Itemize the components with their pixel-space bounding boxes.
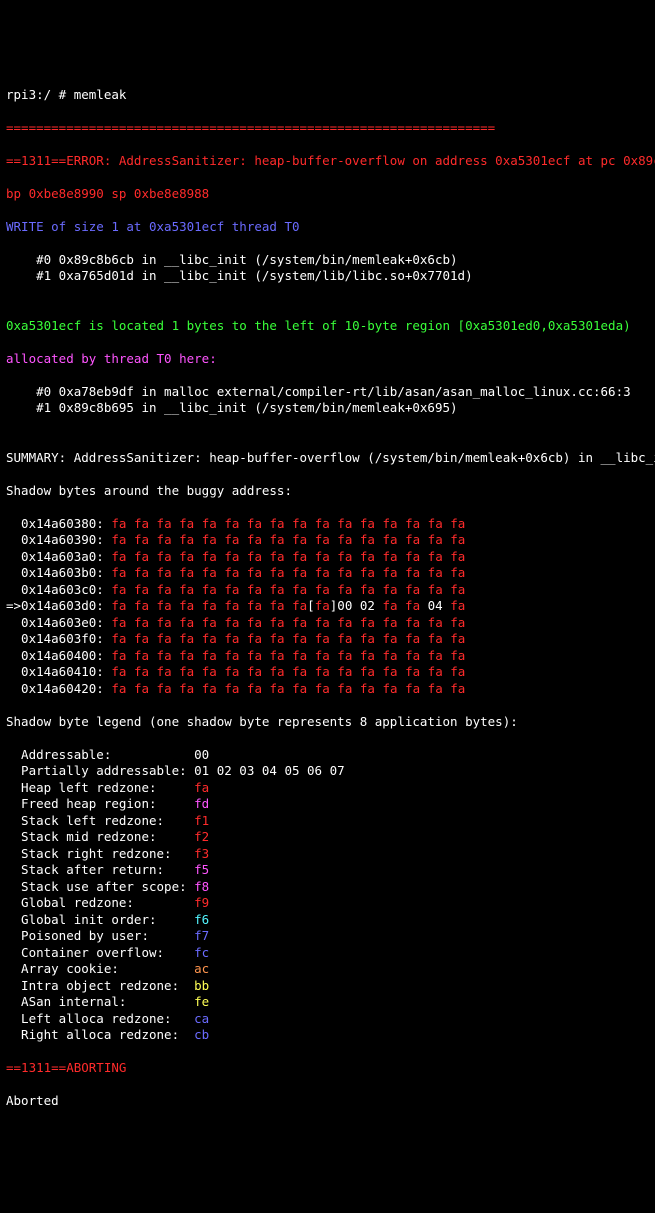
shadow-row: 0x14a603c0: fa fa fa fa fa fa fa fa fa f…	[6, 582, 649, 599]
stack-frame: #0 0xa78eb9df in malloc external/compile…	[6, 384, 649, 401]
shadow-row: 0x14a603f0: fa fa fa fa fa fa fa fa fa f…	[6, 631, 649, 648]
legend-row: Stack mid redzone: f2	[6, 829, 649, 846]
stack-frame: #0 0x89c8b6cb in __libc_init (/system/bi…	[6, 252, 649, 269]
asan-separator: ========================================…	[6, 120, 649, 137]
asan-error-summary-line1: ==1311==ERROR: AddressSanitizer: heap-bu…	[6, 153, 649, 170]
asan-located-line: 0xa5301ecf is located 1 bytes to the lef…	[6, 318, 649, 335]
shadow-row: 0x14a603a0: fa fa fa fa fa fa fa fa fa f…	[6, 549, 649, 566]
shadow-row: 0x14a60410: fa fa fa fa fa fa fa fa fa f…	[6, 664, 649, 681]
shadow-bytes-block: 0x14a60380: fa fa fa fa fa fa fa fa fa f…	[6, 516, 649, 698]
asan-aborting-line: ==1311==ABORTING	[6, 1060, 649, 1077]
shadow-row: 0x14a603e0: fa fa fa fa fa fa fa fa fa f…	[6, 615, 649, 632]
shadow-legend-block: Addressable: 00 Partially addressable: 0…	[6, 747, 649, 1044]
terminal-output: rpi3:/ # memleak =======================…	[6, 70, 649, 1126]
legend-row: Freed heap region: fd	[6, 796, 649, 813]
aborted-line: Aborted	[6, 1093, 649, 1110]
shadow-row: 0x14a60390: fa fa fa fa fa fa fa fa fa f…	[6, 532, 649, 549]
legend-row: Global redzone: f9	[6, 895, 649, 912]
legend-header: Shadow byte legend (one shadow byte repr…	[6, 714, 649, 731]
legend-row: ASan internal: fe	[6, 994, 649, 1011]
legend-row: Stack left redzone: f1	[6, 813, 649, 830]
asan-region-range: [0xa5301ed0,0xa5301eda)	[458, 318, 631, 333]
shadow-row: 0x14a60400: fa fa fa fa fa fa fa fa fa f…	[6, 648, 649, 665]
legend-row: Partially addressable: 01 02 03 04 05 06…	[6, 763, 649, 780]
asan-error-summary-line2: bp 0xbe8e8990 sp 0xbe8e8988	[6, 186, 649, 203]
legend-row: Heap left redzone: fa	[6, 780, 649, 797]
legend-row: Array cookie: ac	[6, 961, 649, 978]
shadow-row: =>0x14a603d0: fa fa fa fa fa fa fa fa fa…	[6, 598, 649, 615]
legend-row: Addressable: 00	[6, 747, 649, 764]
legend-row: Intra object redzone: bb	[6, 978, 649, 995]
stack-frame: #1 0xa765d01d in __libc_init (/system/li…	[6, 268, 649, 285]
legend-row: Left alloca redzone: ca	[6, 1011, 649, 1028]
asan-write-header: WRITE of size 1 at 0xa5301ecf thread T0	[6, 219, 649, 236]
shadow-bytes-header: Shadow bytes around the buggy address:	[6, 483, 649, 500]
legend-row: Global init order: f6	[6, 912, 649, 929]
stack-trace-write: #0 0x89c8b6cb in __libc_init (/system/bi…	[6, 252, 649, 302]
stack-frame: #1 0x89c8b695 in __libc_init (/system/bi…	[6, 400, 649, 417]
legend-row: Right alloca redzone: cb	[6, 1027, 649, 1044]
legend-row: Stack after return: f5	[6, 862, 649, 879]
legend-row: Stack use after scope: f8	[6, 879, 649, 896]
shadow-row: 0x14a60380: fa fa fa fa fa fa fa fa fa f…	[6, 516, 649, 533]
legend-row: Stack right redzone: f3	[6, 846, 649, 863]
shadow-row: 0x14a603b0: fa fa fa fa fa fa fa fa fa f…	[6, 565, 649, 582]
legend-row: Container overflow: fc	[6, 945, 649, 962]
asan-allocated-header: allocated by thread T0 here:	[6, 351, 649, 368]
shell-prompt[interactable]: rpi3:/ # memleak	[6, 87, 649, 104]
asan-summary-line: SUMMARY: AddressSanitizer: heap-buffer-o…	[6, 450, 649, 467]
stack-trace-alloc: #0 0xa78eb9df in malloc external/compile…	[6, 384, 649, 434]
legend-row: Poisoned by user: f7	[6, 928, 649, 945]
shadow-row: 0x14a60420: fa fa fa fa fa fa fa fa fa f…	[6, 681, 649, 698]
